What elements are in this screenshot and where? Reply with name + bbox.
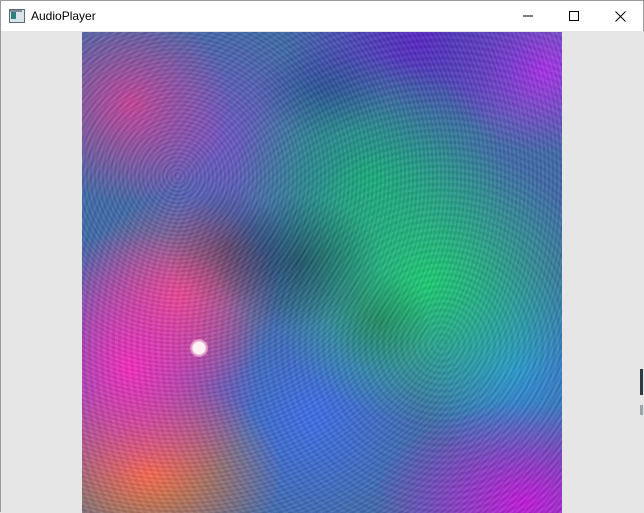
minimize-button[interactable] — [505, 1, 551, 31]
visualizer-canvas[interactable] — [82, 32, 562, 513]
close-button[interactable] — [597, 1, 643, 31]
main-content — [2, 31, 644, 513]
minimize-icon — [523, 15, 533, 17]
app-window-icon[interactable] — [9, 8, 25, 24]
maximize-icon — [569, 11, 579, 21]
close-icon — [614, 10, 626, 22]
visualizer-noise-texture — [82, 32, 562, 513]
app-icon-pane — [11, 12, 16, 19]
maximize-button[interactable] — [551, 1, 597, 31]
right-edge-marker-small — [640, 405, 643, 415]
window-title: AudioPlayer — [31, 9, 96, 23]
visualizer-glow-point — [190, 339, 208, 357]
title-bar[interactable]: AudioPlayer — [1, 1, 643, 31]
app-window: AudioPlayer — [0, 0, 644, 513]
right-edge-marker — [640, 369, 643, 395]
window-controls — [505, 1, 643, 31]
